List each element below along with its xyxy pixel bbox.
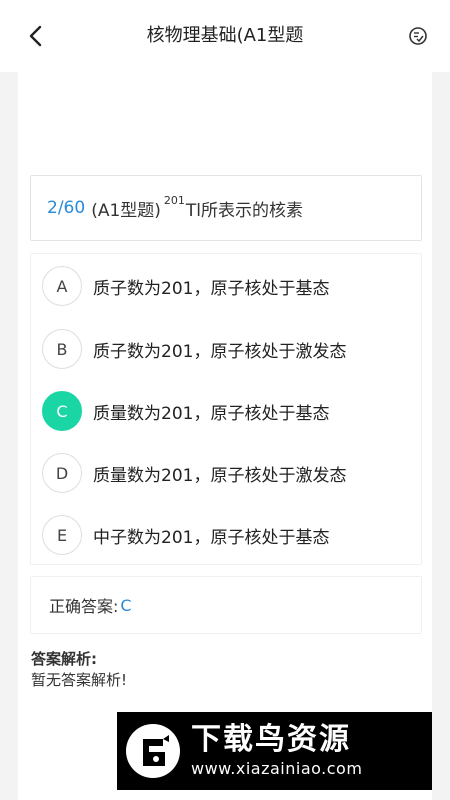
correct-answer-box: 正确答案: C: [30, 576, 422, 634]
option-e[interactable]: E 中子数为201，原子核处于基态: [31, 510, 421, 560]
watermark-title: 下载鸟资源: [191, 722, 351, 757]
option-letter: A: [42, 266, 82, 306]
check-list-icon: [409, 27, 427, 45]
option-text: 质量数为201，原子核处于基态: [93, 403, 330, 424]
chevron-left-icon: [29, 25, 42, 47]
option-letter-selected: C: [42, 391, 82, 431]
page: 核物理基础(A1型题 2/60 (A1型题) 201 Tl所表示的核素 A 质子…: [0, 0, 450, 800]
option-d[interactable]: D 质量数为201，原子核处于激发态: [31, 448, 421, 498]
back-button[interactable]: [22, 22, 50, 50]
question-number: 2/60: [47, 198, 86, 218]
answer-sheet-button[interactable]: [406, 24, 430, 48]
correct-answer-value: C: [120, 595, 132, 615]
options-list: A 质子数为201，原子核处于基态 B 质子数为201，原子核处于激发态 C 质…: [30, 253, 422, 565]
question-superscript: 201: [163, 193, 185, 207]
content-panel: 2/60 (A1型题) 201 Tl所表示的核素 A 质子数为201，原子核处于…: [18, 62, 432, 800]
option-c[interactable]: C 质量数为201，原子核处于基态: [31, 386, 421, 436]
correct-answer-label: 正确答案:: [49, 597, 119, 616]
question-type: (A1型题): [91, 200, 161, 221]
watermark-banner: 下载鸟资源 www.xiazainiao.com: [117, 712, 432, 790]
analysis-title: 答案解析:: [31, 650, 97, 668]
analysis-text: 暂无答案解析!: [31, 671, 128, 689]
option-text: 质子数为201，原子核处于激发态: [93, 341, 347, 362]
option-text: 质子数为201，原子核处于基态: [93, 278, 330, 299]
question-card: 2/60 (A1型题) 201 Tl所表示的核素: [30, 175, 422, 241]
option-b[interactable]: B 质子数为201，原子核处于激发态: [31, 324, 421, 374]
bird-logo-icon: [123, 721, 183, 781]
option-letter: D: [42, 453, 82, 493]
watermark-url: www.xiazainiao.com: [191, 759, 363, 778]
option-text: 质量数为201，原子核处于激发态: [93, 465, 347, 486]
watermark-text: 下载鸟资源 www.xiazainiao.com: [191, 722, 362, 780]
page-title: 核物理基础(A1型题: [146, 25, 304, 46]
option-text: 中子数为201，原子核处于基态: [93, 527, 330, 548]
option-letter: E: [42, 515, 82, 555]
question-text: Tl所表示的核素: [185, 200, 304, 221]
option-letter: B: [42, 329, 82, 369]
option-a[interactable]: A 质子数为201，原子核处于基态: [31, 261, 421, 311]
